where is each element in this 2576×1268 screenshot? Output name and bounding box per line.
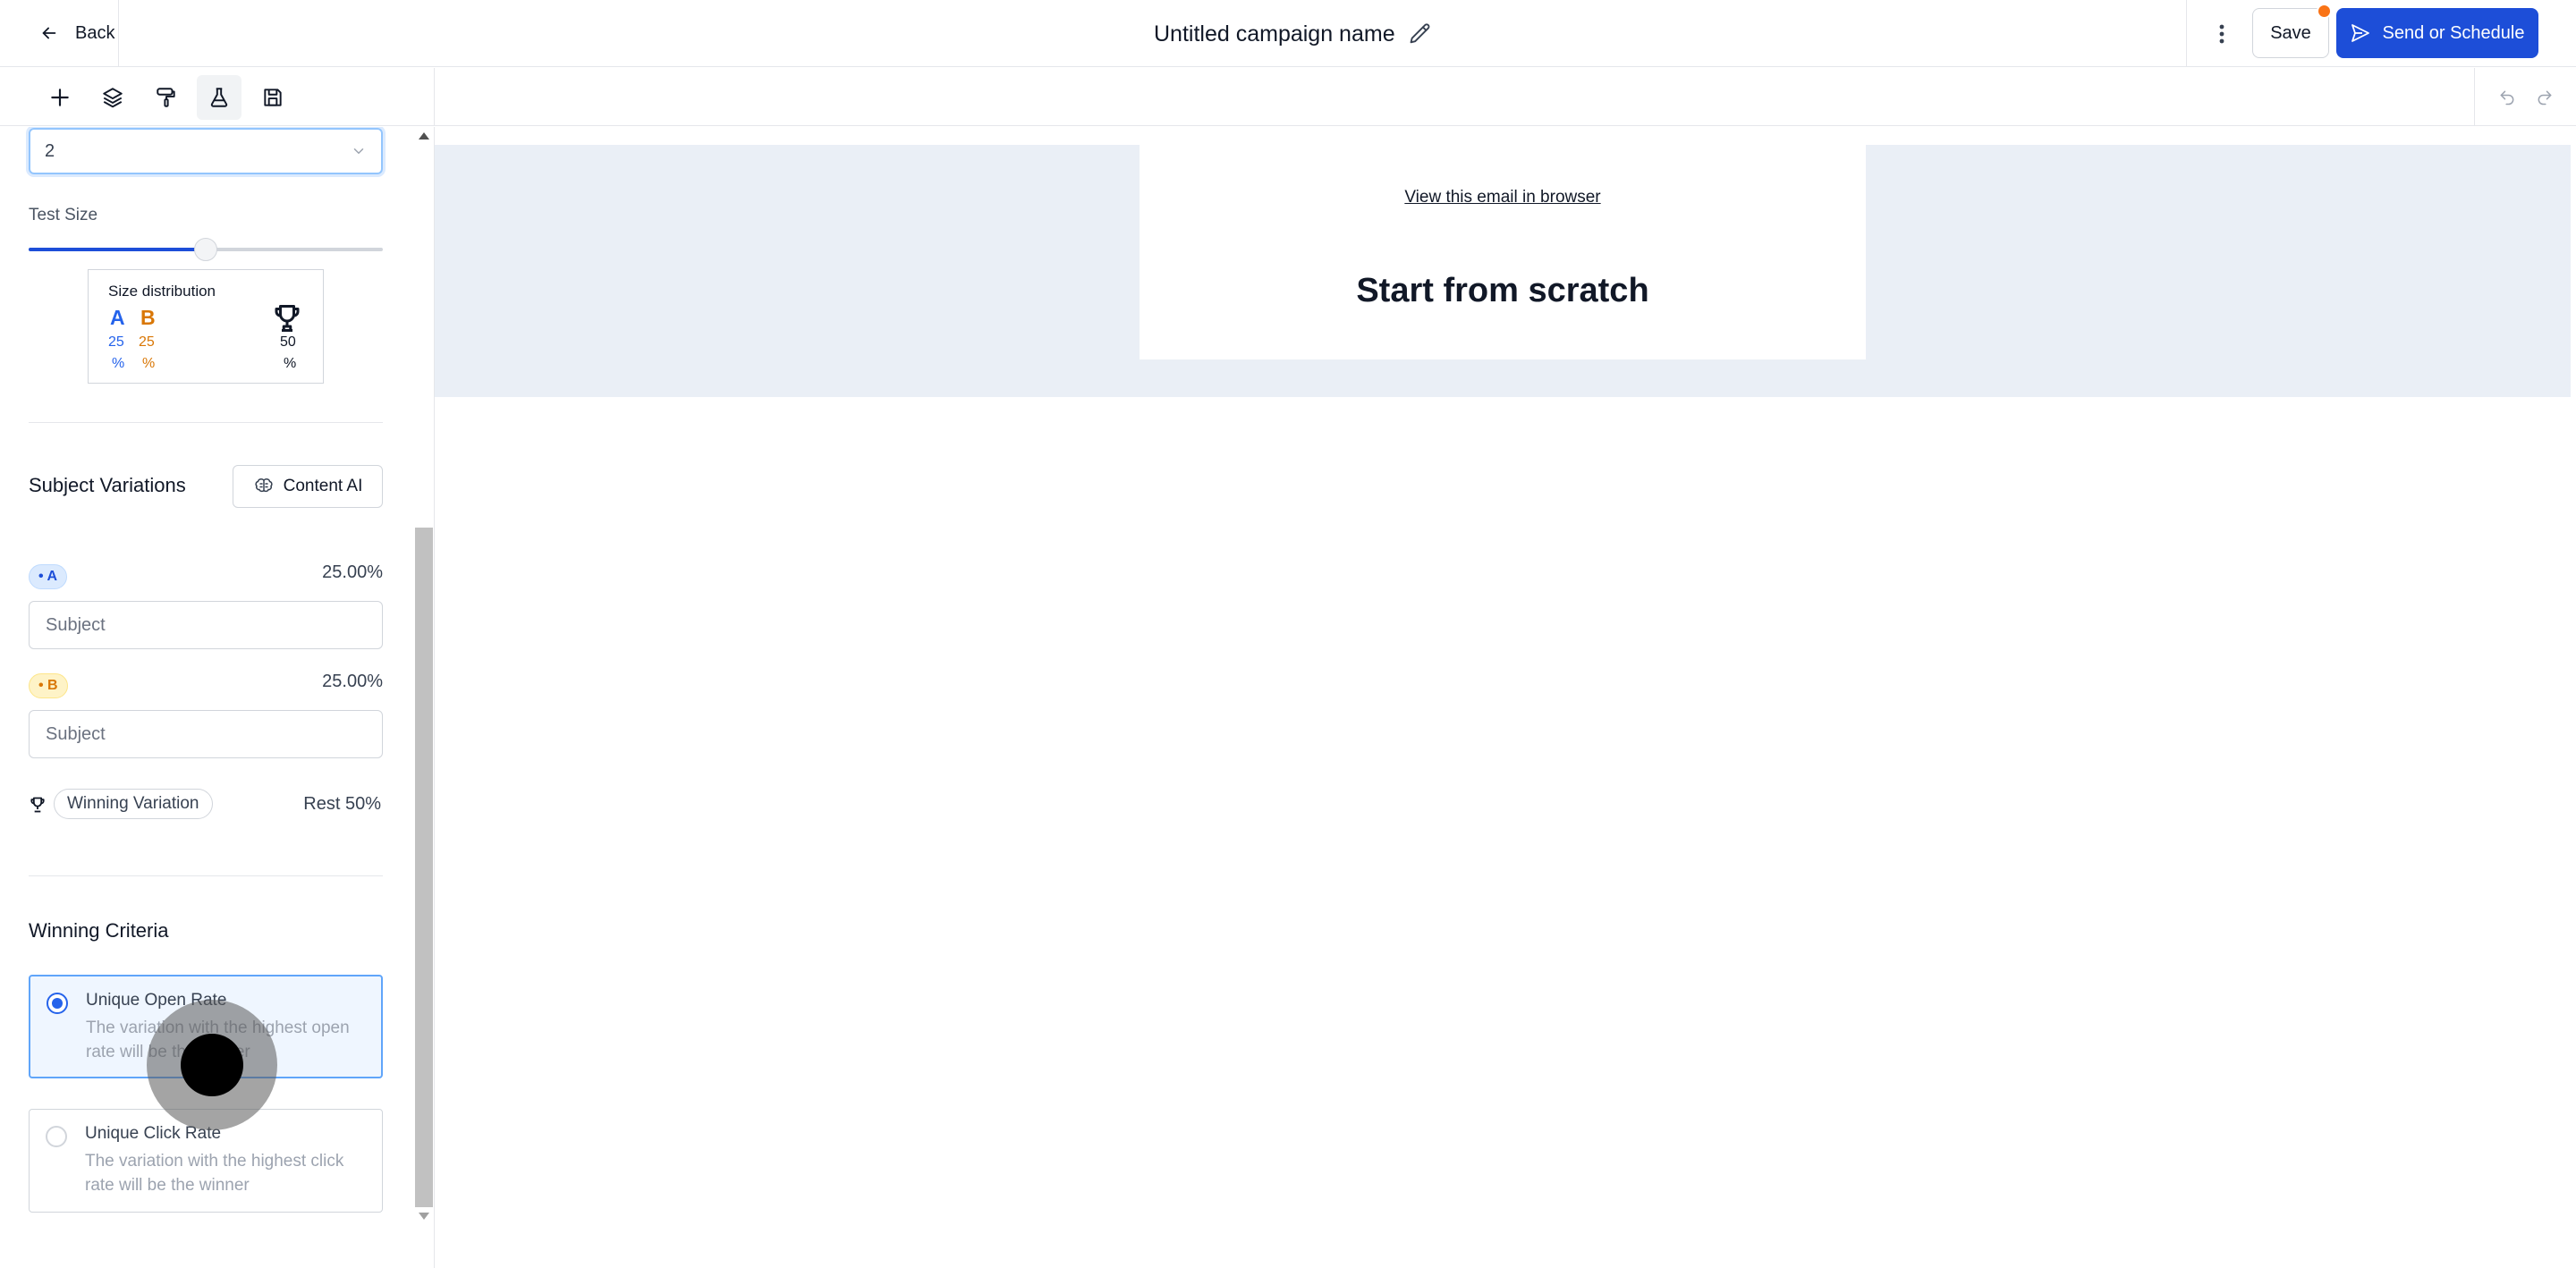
subject-variations-title: Subject Variations xyxy=(29,474,186,496)
canvas-toolbar xyxy=(435,68,2576,126)
variant-a-letter: A xyxy=(110,306,125,329)
send-icon xyxy=(2351,24,2370,42)
divider xyxy=(29,422,383,423)
option-description: The variation with the highest click rat… xyxy=(85,1152,344,1195)
back-label: Back xyxy=(75,22,115,43)
layers-tool-button[interactable] xyxy=(90,75,135,120)
winning-variation-rest: Rest 50% xyxy=(303,794,381,814)
ai-brain-icon xyxy=(255,478,273,493)
panel-scrollbar[interactable] xyxy=(413,127,435,1268)
scrollbar-thumb[interactable] xyxy=(415,528,433,1207)
add-tool-button[interactable] xyxy=(38,75,82,120)
send-label: Send or Schedule xyxy=(2382,22,2525,43)
test-size-label: Test Size xyxy=(29,206,98,224)
winning-variation-pill: Winning Variation xyxy=(54,789,213,819)
style-tool-button[interactable] xyxy=(144,75,189,120)
slider-fill xyxy=(29,248,206,251)
variant-a-size: 25 xyxy=(108,334,124,350)
arrow-left-icon xyxy=(42,27,56,39)
history-controls xyxy=(2474,68,2576,126)
test-size-slider[interactable] xyxy=(29,238,383,261)
more-options-icon[interactable] xyxy=(2209,16,2234,52)
ab-test-tool-button[interactable] xyxy=(197,75,242,120)
variant-a-subject-input[interactable] xyxy=(29,601,383,649)
variant-a-badge: • A xyxy=(29,564,68,589)
divider xyxy=(118,0,119,67)
pencil-icon[interactable] xyxy=(1408,21,1433,46)
content-ai-button[interactable]: Content AI xyxy=(233,465,383,508)
divider xyxy=(2186,0,2187,67)
notification-dot xyxy=(2317,4,2332,19)
back-button[interactable]: Back xyxy=(27,13,127,54)
email-canvas: View this email in browser Start from sc… xyxy=(435,127,2576,1268)
trophy-icon xyxy=(275,305,300,332)
top-bar: Back Untitled campaign name Save Send or… xyxy=(0,0,2576,67)
variant-b-unit: % xyxy=(142,356,156,371)
campaign-title: Untitled campaign name xyxy=(1154,18,1433,50)
size-distribution: Size distribution A B 25 25 50 % % % xyxy=(88,269,324,384)
layers-icon xyxy=(103,88,123,108)
view-in-browser-link[interactable]: View this email in browser xyxy=(1140,188,1866,207)
undo-icon[interactable] xyxy=(2498,89,2516,106)
winner-unit: % xyxy=(284,356,297,371)
winning-criteria-title: Winning Criteria xyxy=(29,919,169,942)
save-template-tool-button[interactable] xyxy=(250,75,295,120)
email-background: View this email in browser Start from sc… xyxy=(435,145,2571,397)
send-or-schedule-button[interactable]: Send or Schedule xyxy=(2336,8,2538,58)
variant-b-size: 25 xyxy=(139,334,155,350)
add-icon xyxy=(51,89,69,106)
redo-icon[interactable] xyxy=(2536,89,2554,106)
radio-click-rate[interactable] xyxy=(46,1126,67,1147)
save-template-icon xyxy=(264,89,282,106)
divider xyxy=(29,875,383,876)
variant-b-subject-input[interactable] xyxy=(29,710,383,758)
email-heading[interactable]: Start from scratch xyxy=(1140,272,1866,310)
editor-toolbar xyxy=(0,68,435,126)
variations-count-select[interactable]: 2 xyxy=(29,128,383,174)
trophy-icon xyxy=(30,797,45,813)
radio-open-rate[interactable] xyxy=(47,993,68,1014)
content-ai-label: Content AI xyxy=(283,477,363,495)
cursor-click-indicator xyxy=(147,1000,277,1130)
winner-size: 50 xyxy=(280,334,296,350)
variant-a-unit: % xyxy=(112,356,125,371)
variant-a-percent: 25.00% xyxy=(322,562,383,582)
size-distribution-title: Size distribution xyxy=(108,283,216,300)
flask-icon xyxy=(210,88,228,107)
variant-b-letter: B xyxy=(140,306,156,329)
scroll-down-icon[interactable] xyxy=(419,1213,429,1220)
winning-variation-row: Winning Variation Rest 50% xyxy=(29,789,383,821)
scroll-up-icon[interactable] xyxy=(419,132,429,139)
paint-roller-icon xyxy=(157,88,175,107)
campaign-title-text: Untitled campaign name xyxy=(1154,21,1395,46)
slider-handle[interactable] xyxy=(194,238,217,261)
email-body[interactable]: View this email in browser Start from sc… xyxy=(1140,145,1866,359)
select-value: 2 xyxy=(45,140,55,161)
variant-b-badge: • B xyxy=(29,673,68,698)
chevron-down-icon xyxy=(353,148,364,155)
variant-b-percent: 25.00% xyxy=(322,672,383,691)
